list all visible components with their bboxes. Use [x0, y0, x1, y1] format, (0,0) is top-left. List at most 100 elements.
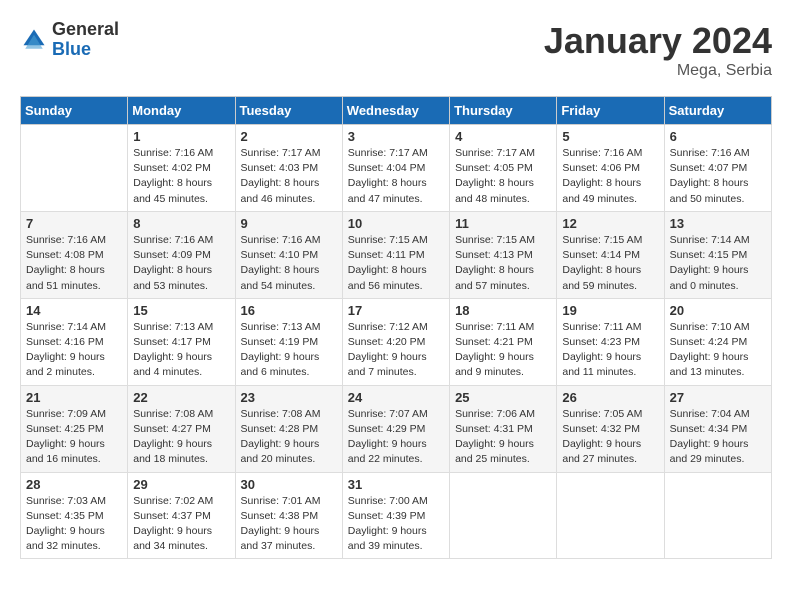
day-number: 16 [241, 303, 337, 318]
calendar-cell: 31 Sunrise: 7:00 AMSunset: 4:39 PMDayligh… [342, 472, 449, 559]
day-number: 5 [562, 129, 658, 144]
cell-info: Sunrise: 7:17 AMSunset: 4:04 PMDaylight:… [348, 146, 444, 207]
calendar-table: SundayMondayTuesdayWednesdayThursdayFrid… [20, 96, 772, 559]
cell-info: Sunrise: 7:16 AMSunset: 4:07 PMDaylight:… [670, 146, 766, 207]
day-number: 2 [241, 129, 337, 144]
day-number: 15 [133, 303, 229, 318]
calendar-cell: 28 Sunrise: 7:03 AMSunset: 4:35 PMDayligh… [21, 472, 128, 559]
cell-info: Sunrise: 7:16 AMSunset: 4:08 PMDaylight:… [26, 233, 122, 294]
cell-info: Sunrise: 7:15 AMSunset: 4:13 PMDaylight:… [455, 233, 551, 294]
calendar-cell: 24 Sunrise: 7:07 AMSunset: 4:29 PMDayligh… [342, 385, 449, 472]
day-number: 24 [348, 390, 444, 405]
day-number: 29 [133, 477, 229, 492]
day-number: 17 [348, 303, 444, 318]
week-row-5: 28 Sunrise: 7:03 AMSunset: 4:35 PMDayligh… [21, 472, 772, 559]
calendar-cell: 25Sunrise: 7:06 AMSunset: 4:31 PMDayligh… [450, 385, 557, 472]
calendar-cell: 17 Sunrise: 7:12 AMSunset: 4:20 PMDayligh… [342, 298, 449, 385]
logo: General Blue [20, 20, 119, 60]
cell-info: Sunrise: 7:04 AMSunset: 4:34 PMDaylight:… [670, 407, 766, 468]
calendar-cell: 21Sunrise: 7:09 AMSunset: 4:25 PMDayligh… [21, 385, 128, 472]
cell-info: Sunrise: 7:00 AMSunset: 4:39 PMDaylight:… [348, 494, 444, 555]
day-number: 1 [133, 129, 229, 144]
day-number: 20 [670, 303, 766, 318]
calendar-cell [450, 472, 557, 559]
day-number: 4 [455, 129, 551, 144]
cell-info: Sunrise: 7:17 AMSunset: 4:03 PMDaylight:… [241, 146, 337, 207]
month-title: January 2024 [544, 20, 772, 62]
day-number: 10 [348, 216, 444, 231]
cell-info: Sunrise: 7:16 AMSunset: 4:06 PMDaylight:… [562, 146, 658, 207]
day-number: 6 [670, 129, 766, 144]
col-header-sunday: Sunday [21, 97, 128, 125]
day-number: 9 [241, 216, 337, 231]
cell-info: Sunrise: 7:16 AMSunset: 4:10 PMDaylight:… [241, 233, 337, 294]
logo-blue: Blue [52, 40, 119, 60]
calendar-cell: 23 Sunrise: 7:08 AMSunset: 4:28 PMDayligh… [235, 385, 342, 472]
calendar-cell: 22 Sunrise: 7:08 AMSunset: 4:27 PMDayligh… [128, 385, 235, 472]
col-header-tuesday: Tuesday [235, 97, 342, 125]
day-number: 11 [455, 216, 551, 231]
cell-info: Sunrise: 7:11 AMSunset: 4:21 PMDaylight:… [455, 320, 551, 381]
page-header: General Blue January 2024 Mega, Serbia [20, 20, 772, 80]
week-row-4: 21Sunrise: 7:09 AMSunset: 4:25 PMDayligh… [21, 385, 772, 472]
calendar-cell: 5 Sunrise: 7:16 AMSunset: 4:06 PMDaylight… [557, 125, 664, 212]
cell-info: Sunrise: 7:05 AMSunset: 4:32 PMDaylight:… [562, 407, 658, 468]
calendar-cell: 3Sunrise: 7:17 AMSunset: 4:04 PMDaylight… [342, 125, 449, 212]
day-number: 23 [241, 390, 337, 405]
cell-info: Sunrise: 7:15 AMSunset: 4:14 PMDaylight:… [562, 233, 658, 294]
calendar-cell: 27 Sunrise: 7:04 AMSunset: 4:34 PMDayligh… [664, 385, 771, 472]
cell-info: Sunrise: 7:10 AMSunset: 4:24 PMDaylight:… [670, 320, 766, 381]
calendar-cell: 6 Sunrise: 7:16 AMSunset: 4:07 PMDaylight… [664, 125, 771, 212]
day-number: 12 [562, 216, 658, 231]
cell-info: Sunrise: 7:15 AMSunset: 4:11 PMDaylight:… [348, 233, 444, 294]
calendar-cell: 12 Sunrise: 7:15 AMSunset: 4:14 PMDayligh… [557, 211, 664, 298]
calendar-cell: 29Sunrise: 7:02 AMSunset: 4:37 PMDayligh… [128, 472, 235, 559]
day-number: 13 [670, 216, 766, 231]
day-number: 31 [348, 477, 444, 492]
col-header-wednesday: Wednesday [342, 97, 449, 125]
col-header-friday: Friday [557, 97, 664, 125]
day-number: 7 [26, 216, 122, 231]
day-number: 18 [455, 303, 551, 318]
week-row-1: 1 Sunrise: 7:16 AMSunset: 4:02 PMDaylight… [21, 125, 772, 212]
cell-info: Sunrise: 7:01 AMSunset: 4:38 PMDaylight:… [241, 494, 337, 555]
cell-info: Sunrise: 7:16 AMSunset: 4:02 PMDaylight:… [133, 146, 229, 207]
logo-icon [20, 26, 48, 54]
day-number: 30 [241, 477, 337, 492]
calendar-cell: 16 Sunrise: 7:13 AMSunset: 4:19 PMDayligh… [235, 298, 342, 385]
cell-info: Sunrise: 7:11 AMSunset: 4:23 PMDaylight:… [562, 320, 658, 381]
cell-info: Sunrise: 7:08 AMSunset: 4:28 PMDaylight:… [241, 407, 337, 468]
calendar-cell: 18 Sunrise: 7:11 AMSunset: 4:21 PMDayligh… [450, 298, 557, 385]
calendar-cell: 8Sunrise: 7:16 AMSunset: 4:09 PMDaylight… [128, 211, 235, 298]
cell-info: Sunrise: 7:13 AMSunset: 4:19 PMDaylight:… [241, 320, 337, 381]
logo-general: General [52, 20, 119, 40]
day-number: 8 [133, 216, 229, 231]
week-row-3: 14Sunrise: 7:14 AMSunset: 4:16 PMDayligh… [21, 298, 772, 385]
calendar-cell: 13 Sunrise: 7:14 AMSunset: 4:15 PMDayligh… [664, 211, 771, 298]
day-number: 26 [562, 390, 658, 405]
day-number: 22 [133, 390, 229, 405]
cell-info: Sunrise: 7:07 AMSunset: 4:29 PMDaylight:… [348, 407, 444, 468]
day-number: 27 [670, 390, 766, 405]
calendar-cell: 19 Sunrise: 7:11 AMSunset: 4:23 PMDayligh… [557, 298, 664, 385]
title-block: January 2024 Mega, Serbia [544, 20, 772, 80]
col-header-thursday: Thursday [450, 97, 557, 125]
calendar-cell: 15 Sunrise: 7:13 AMSunset: 4:17 PMDayligh… [128, 298, 235, 385]
calendar-cell: 4 Sunrise: 7:17 AMSunset: 4:05 PMDaylight… [450, 125, 557, 212]
calendar-cell: 20 Sunrise: 7:10 AMSunset: 4:24 PMDayligh… [664, 298, 771, 385]
week-row-2: 7 Sunrise: 7:16 AMSunset: 4:08 PMDaylight… [21, 211, 772, 298]
logo-text: General Blue [52, 20, 119, 60]
col-header-saturday: Saturday [664, 97, 771, 125]
cell-info: Sunrise: 7:12 AMSunset: 4:20 PMDaylight:… [348, 320, 444, 381]
calendar-cell: 10 Sunrise: 7:15 AMSunset: 4:11 PMDayligh… [342, 211, 449, 298]
day-number: 19 [562, 303, 658, 318]
cell-info: Sunrise: 7:08 AMSunset: 4:27 PMDaylight:… [133, 407, 229, 468]
col-header-monday: Monday [128, 97, 235, 125]
cell-info: Sunrise: 7:14 AMSunset: 4:15 PMDaylight:… [670, 233, 766, 294]
cell-info: Sunrise: 7:13 AMSunset: 4:17 PMDaylight:… [133, 320, 229, 381]
day-number: 28 [26, 477, 122, 492]
cell-info: Sunrise: 7:03 AMSunset: 4:35 PMDaylight:… [26, 494, 122, 555]
calendar-cell: 2 Sunrise: 7:17 AMSunset: 4:03 PMDaylight… [235, 125, 342, 212]
calendar-cell [21, 125, 128, 212]
cell-info: Sunrise: 7:17 AMSunset: 4:05 PMDaylight:… [455, 146, 551, 207]
